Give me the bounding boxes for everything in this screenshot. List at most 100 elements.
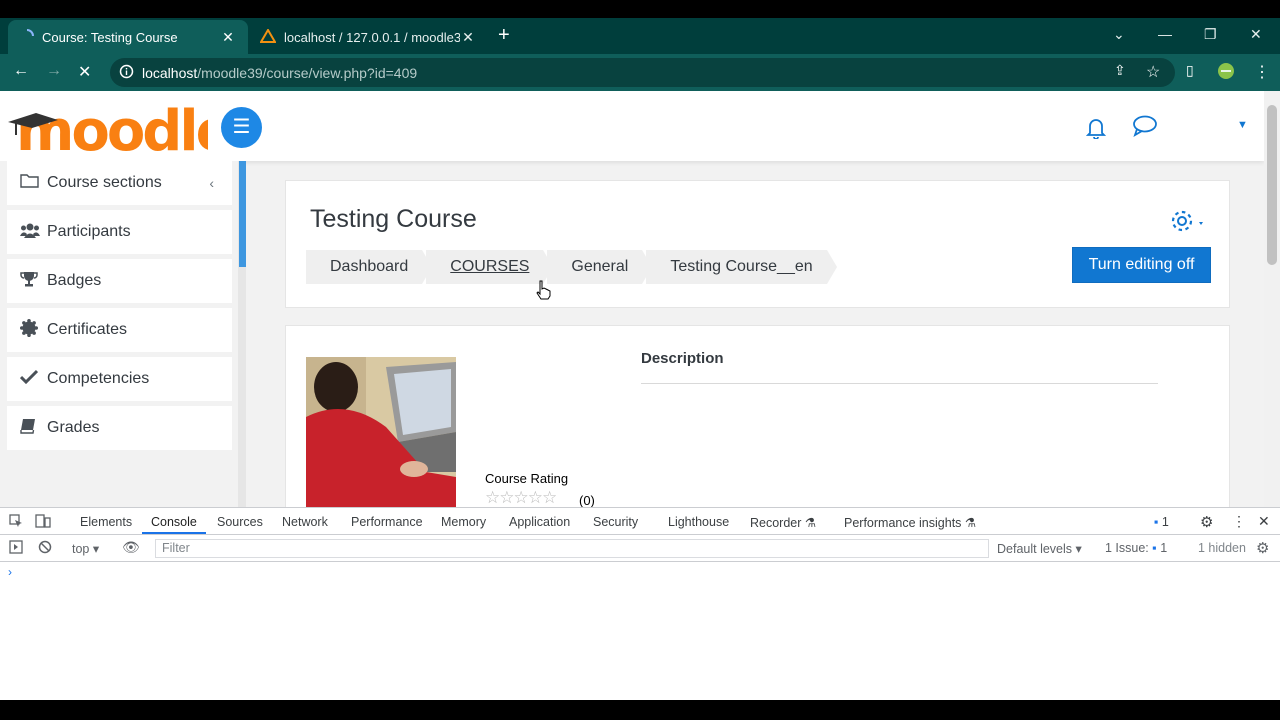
browser-toolbar: ← → ✕ localhost/moodle39/course/view.php…	[0, 54, 1280, 91]
context-selector[interactable]: top ▾	[72, 541, 99, 556]
page-scrollbar[interactable]	[1264, 91, 1280, 507]
new-tab-icon[interactable]: +	[498, 24, 510, 47]
sidebar-item-label: Course sections	[47, 174, 162, 191]
course-summary-card: Description Course Rating ☆☆☆☆☆ (0)	[285, 325, 1230, 507]
breadcrumb-item-dashboard[interactable]: Dashboard	[306, 250, 433, 284]
browser-tab-active[interactable]: Course: Testing Course ✕	[8, 20, 248, 54]
notifications-bell-icon[interactable]	[1085, 117, 1107, 144]
close-tab-icon[interactable]: ✕	[220, 29, 236, 46]
page-scrollbar-thumb[interactable]	[1267, 105, 1277, 265]
turn-editing-off-button[interactable]: Turn editing off	[1072, 247, 1211, 283]
console-prompt[interactable]: ›	[8, 565, 12, 579]
active-tab-indicator	[142, 532, 206, 534]
nav-drawer-button[interactable]: ☰	[221, 107, 262, 148]
tab-memory[interactable]: Memory	[441, 515, 486, 529]
check-icon	[19, 369, 42, 389]
sidebar-item-badges[interactable]: Badges	[7, 259, 232, 303]
live-expression-eye-icon[interactable]: 👁	[122, 539, 140, 556]
close-tab-icon[interactable]: ✕	[460, 29, 476, 46]
url-host: localhost	[142, 64, 198, 81]
bottom-letterbox	[0, 700, 1280, 720]
sidebar-item-label: Badges	[47, 272, 102, 289]
svg-text:moodle: moodle	[16, 99, 208, 155]
tab-sources[interactable]: Sources	[217, 515, 263, 529]
bookmark-star-icon[interactable]: ☆	[1146, 62, 1160, 82]
share-icon[interactable]: ⇪	[1114, 62, 1126, 79]
devtools-more-icon[interactable]: ⋮	[1232, 513, 1246, 530]
tab-security[interactable]: Security	[593, 515, 638, 529]
rating-stars[interactable]: ☆☆☆☆☆	[485, 488, 557, 507]
experiment-flask-icon: ⚗	[964, 516, 977, 530]
course-nav-drawer: Course sections ‹ Participants Badges Ce…	[0, 161, 238, 507]
course-rating-label: Course Rating	[485, 471, 569, 486]
side-panel-icon[interactable]: ▯	[1186, 62, 1194, 79]
sidebar-item-participants[interactable]: Participants	[7, 210, 232, 254]
clear-console-icon[interactable]	[38, 540, 52, 557]
restore-icon[interactable]: ❐	[1204, 26, 1217, 43]
sidebar-item-grades[interactable]: Grades	[7, 406, 232, 450]
console-settings-gear-icon[interactable]: ⚙	[1256, 539, 1269, 557]
breadcrumb-item-courses[interactable]: COURSES	[426, 250, 554, 284]
messages-chat-icon[interactable]	[1132, 115, 1158, 142]
browser-menu-icon[interactable]: ⋮	[1254, 62, 1270, 82]
back-icon[interactable]: ←	[13, 62, 29, 80]
tab-performance[interactable]: Performance	[351, 515, 423, 529]
rating-count: (0)	[579, 493, 595, 507]
sidebar-item-certificates[interactable]: Certificates	[7, 308, 232, 352]
close-window-icon[interactable]: ✕	[1250, 26, 1262, 43]
tab-lighthouse[interactable]: Lighthouse	[668, 515, 729, 529]
course-image	[306, 357, 456, 507]
users-icon	[20, 222, 42, 243]
log-levels-dropdown[interactable]: Default levels ▾	[997, 541, 1082, 556]
console-sidebar-icon[interactable]	[9, 540, 23, 557]
browser-tab[interactable]: localhost / 127.0.0.1 / moodle39 ✕	[248, 20, 488, 54]
sidebar-scrollbar[interactable]	[239, 161, 246, 267]
sidebar-item-course-sections[interactable]: Course sections ‹	[7, 161, 232, 205]
info-icon[interactable]	[119, 64, 134, 82]
sidebar-item-competencies[interactable]: Competencies	[7, 357, 232, 401]
sidebar-item-label: Certificates	[47, 321, 128, 338]
tab-network[interactable]: Network	[282, 515, 328, 529]
url-path: /moodle39/course/view.php?id=409	[197, 64, 418, 81]
stop-icon[interactable]: ✕	[78, 62, 91, 82]
breadcrumb: Dashboard COURSES General Testing Course…	[306, 250, 837, 284]
console-filter-input[interactable]: Filter	[155, 539, 989, 558]
tab-search-icon[interactable]: ⌄	[1113, 26, 1125, 43]
address-bar[interactable]: localhost/moodle39/course/view.php?id=40…	[110, 58, 1175, 87]
user-menu-caret-icon[interactable]: ▼	[1237, 119, 1248, 131]
trophy-icon	[20, 271, 42, 292]
issues-counter[interactable]: 1 Issue: ▪ 1	[1105, 541, 1167, 555]
collapse-chevron-icon[interactable]: ‹	[209, 175, 214, 191]
tab-performance-insights[interactable]: Performance insights ⚗	[844, 515, 976, 530]
breadcrumb-item-course[interactable]: Testing Course__en	[646, 250, 837, 284]
experiment-flask-icon: ⚗	[804, 516, 817, 530]
minimize-icon[interactable]: —	[1158, 26, 1172, 42]
browser-tab-strip: Course: Testing Course ✕ localhost / 127…	[0, 18, 1280, 54]
devtools-settings-gear-icon[interactable]: ⚙	[1200, 513, 1213, 531]
sidebar-item-label: Grades	[47, 419, 100, 436]
moodle-page: moodle ☰ ▼ Course sections ‹	[0, 91, 1264, 507]
inspect-element-icon[interactable]	[9, 514, 23, 531]
console-toolbar: top ▾ 👁 Filter Default levels ▾ 1 Issue:…	[0, 535, 1280, 562]
tab-elements[interactable]: Elements	[80, 515, 132, 529]
sidebar-item-label: Participants	[47, 223, 131, 240]
phpmyadmin-favicon-icon	[259, 27, 277, 46]
devtools-close-icon[interactable]: ✕	[1258, 513, 1270, 530]
device-toolbar-icon[interactable]	[35, 514, 51, 531]
devtools-tab-bar: Elements Console Sources Network Perform…	[0, 508, 1280, 535]
forward-icon[interactable]: →	[46, 62, 62, 80]
profile-avatar-icon[interactable]	[1217, 62, 1235, 85]
loading-spinner-icon	[20, 28, 34, 46]
moodle-navbar: moodle ☰ ▼	[0, 91, 1264, 161]
course-header-card: Testing Course Dashboard COURSES General…	[285, 180, 1230, 308]
certificate-icon	[20, 318, 42, 342]
course-settings-gear-icon[interactable]	[1170, 209, 1206, 240]
tab-title: localhost / 127.0.0.1 / moodle39	[284, 29, 460, 45]
folder-icon	[20, 173, 42, 193]
tab-application[interactable]: Application	[509, 515, 570, 529]
tab-recorder[interactable]: Recorder ⚗	[750, 515, 816, 530]
tab-title: Course: Testing Course	[42, 29, 178, 45]
breadcrumb-item-general[interactable]: General	[547, 250, 653, 284]
tab-console[interactable]: Console	[151, 515, 197, 529]
issues-badge[interactable]: ▪ 1	[1154, 515, 1169, 529]
